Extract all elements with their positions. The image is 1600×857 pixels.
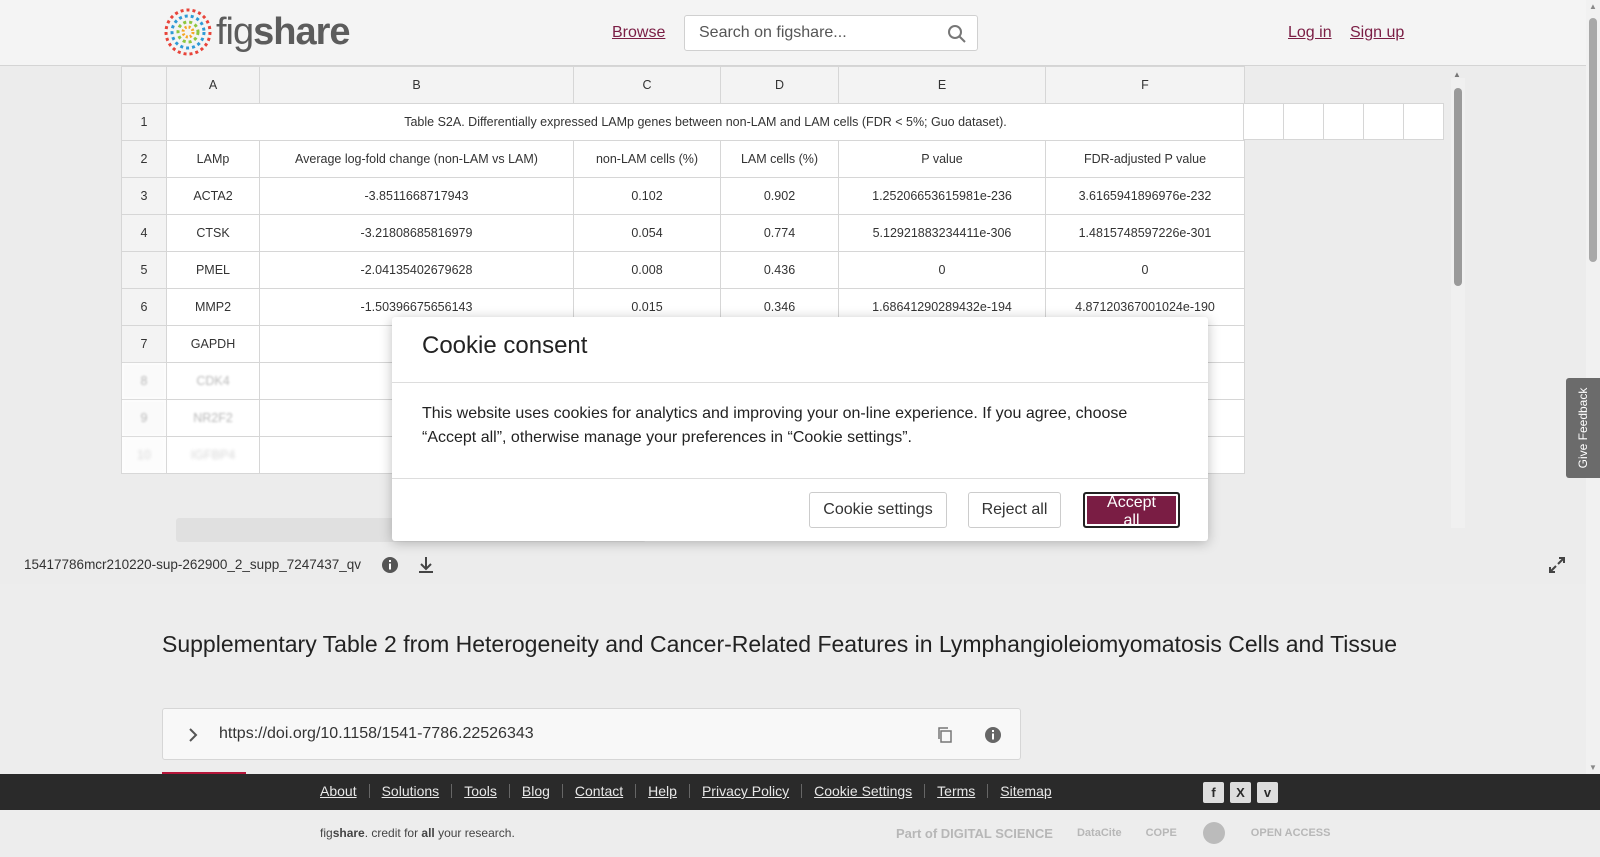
cookie-settings-button[interactable]: Cookie settings: [809, 492, 947, 528]
dialog-header: Cookie consent: [392, 317, 1208, 383]
accept-all-button[interactable]: Accept all: [1083, 492, 1180, 529]
cookie-consent-dialog: Cookie consent This website uses cookies…: [392, 317, 1208, 541]
dialog-footer: Cookie settings Reject all Accept all: [392, 479, 1208, 541]
reject-all-button[interactable]: Reject all: [968, 492, 1061, 528]
dialog-title: Cookie consent: [422, 332, 588, 359]
dialog-body: This website uses cookies for analytics …: [392, 383, 1208, 479]
